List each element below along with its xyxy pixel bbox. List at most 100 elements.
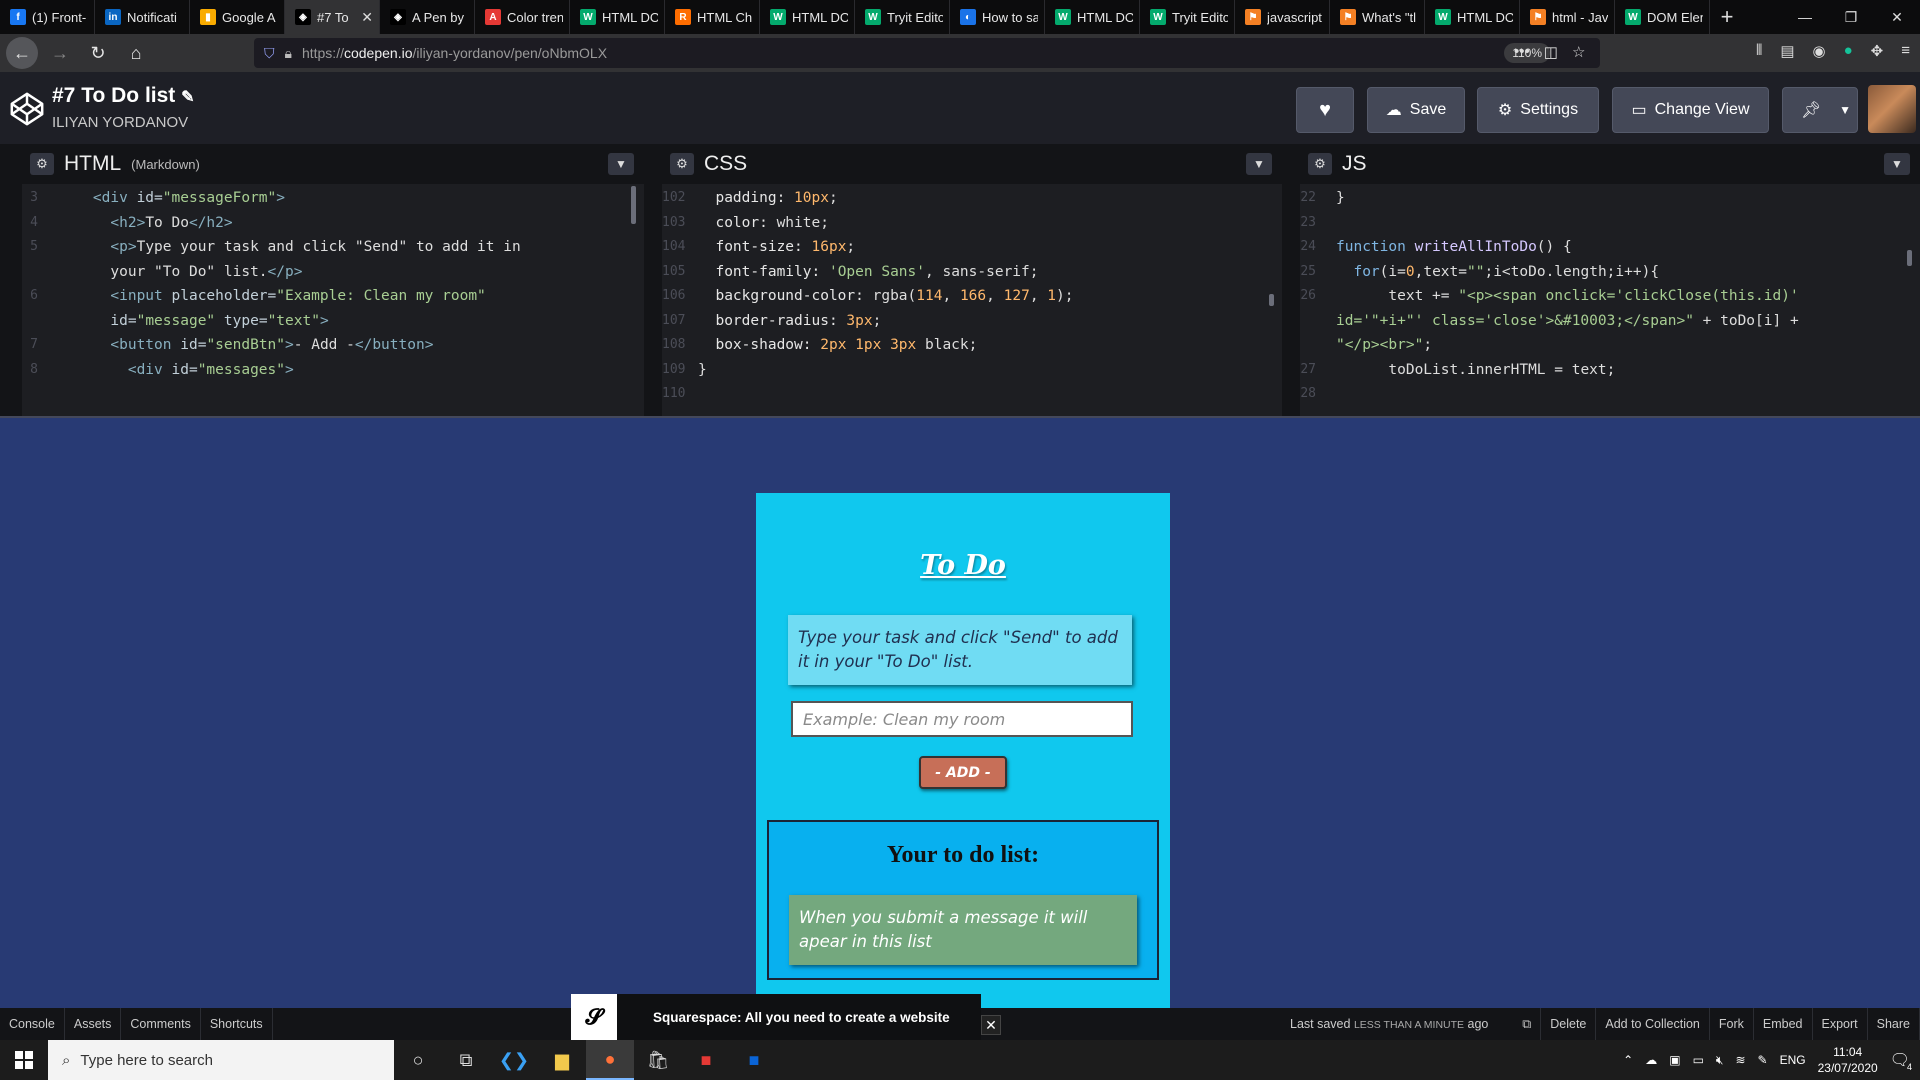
browser-tab[interactable]: ⚑ html - Jav xyxy=(1520,0,1615,34)
clock[interactable]: 11:04 23/07/2020 xyxy=(1818,1044,1878,1076)
browser-tab[interactable]: W DOM Elen xyxy=(1615,0,1710,34)
scrollbar[interactable] xyxy=(631,186,636,224)
pen-title[interactable]: #7 To Do list ✎ xyxy=(52,84,195,108)
cortana-icon[interactable]: ○ xyxy=(394,1040,442,1080)
assets-button[interactable]: Assets xyxy=(65,1008,122,1040)
pencil-icon[interactable]: ✎ xyxy=(181,89,194,106)
task-view-icon[interactable]: ⧉ xyxy=(442,1040,490,1080)
browser-tab[interactable]: ◈ #7 To ✕ xyxy=(285,0,380,34)
back-button[interactable]: ← xyxy=(6,37,38,69)
grammarly-icon[interactable]: ● xyxy=(1844,42,1853,60)
browser-tab[interactable]: in Notificati xyxy=(95,0,190,34)
url-bar[interactable]: ⛉ 🔒︎ https://codepen.io/iliyan-yordanov/… xyxy=(254,38,1600,68)
outlook-icon[interactable]: ■ xyxy=(730,1040,778,1080)
html-code-area[interactable]: 3 <div id="messageForm"> 4 <h2>To Do</h2>… xyxy=(22,184,644,400)
browser-tab[interactable]: W HTML DO xyxy=(760,0,855,34)
browser-tab[interactable]: W HTML DO xyxy=(1425,0,1520,34)
browser-tab[interactable]: ◐ How to sa xyxy=(950,0,1045,34)
heart-icon: ♥ xyxy=(1319,98,1331,121)
forward-button[interactable]: → xyxy=(44,37,76,69)
vscode-icon[interactable]: ❮❯ xyxy=(490,1040,538,1080)
change-view-button[interactable]: ▭ Change View xyxy=(1612,87,1769,133)
close-tab-icon[interactable]: ✕ xyxy=(361,9,373,26)
restore-icon[interactable]: ❐ xyxy=(1828,0,1874,34)
pen-author[interactable]: ILIYAN YORDANOV xyxy=(52,114,188,131)
notifications-icon[interactable]: 🗨︎ 4 xyxy=(1890,1050,1912,1072)
gear-icon[interactable]: ⚙ xyxy=(670,153,694,175)
extensions-icon[interactable]: ✥ xyxy=(1871,42,1884,60)
minimize-icon[interactable]: — xyxy=(1782,0,1828,34)
avatar[interactable] xyxy=(1868,85,1916,133)
css-code-area[interactable]: 102 padding: 10px; 103 color: white; 104 f… xyxy=(662,184,1282,400)
browser-tab[interactable]: A Color tren xyxy=(475,0,570,34)
chevron-down-icon[interactable]: ▼ xyxy=(608,153,634,175)
delete-button[interactable]: Delete xyxy=(1541,1008,1597,1040)
browser-tab[interactable]: W Tryit Edito xyxy=(1140,0,1235,34)
change-view-label: Change View xyxy=(1654,101,1750,118)
save-button[interactable]: ☁ Save xyxy=(1367,87,1465,133)
console-button[interactable]: Console xyxy=(0,1008,65,1040)
chevron-up-icon[interactable]: ⌃ xyxy=(1623,1053,1633,1067)
chevron-down-icon[interactable]: ▼ xyxy=(1839,103,1851,117)
firefox-icon[interactable]: ● xyxy=(586,1040,634,1080)
browser-tab[interactable]: W HTML DO xyxy=(1045,0,1140,34)
open-external-button[interactable]: ⧉ xyxy=(1513,1008,1542,1040)
pocket-icon[interactable]: ◫ xyxy=(1544,43,1558,61)
menu-icon[interactable]: ≡ xyxy=(1901,42,1910,60)
ad-banner[interactable]: 𝓢 Squarespace: All you need to create a … xyxy=(571,994,981,1040)
ad-text: Squarespace: All you need to create a we… xyxy=(653,1009,950,1025)
comments-button[interactable]: Comments xyxy=(121,1008,201,1040)
windows-start-icon[interactable] xyxy=(0,1040,48,1080)
shortcuts-button[interactable]: Shortcuts xyxy=(201,1008,273,1040)
scrollbar[interactable] xyxy=(1269,294,1274,306)
library-icon[interactable]: ⫴ xyxy=(1756,42,1762,60)
gear-icon[interactable]: ⚙ xyxy=(1308,153,1332,175)
settings-button[interactable]: ⚙ Settings xyxy=(1477,87,1599,133)
home-button[interactable]: ⌂ xyxy=(120,37,152,69)
browser-tab[interactable]: W HTML DO xyxy=(570,0,665,34)
network-icon[interactable]: ▣ xyxy=(1669,1053,1680,1067)
volume-muted-icon[interactable]: 🔇︎ xyxy=(1716,1053,1724,1068)
language-indicator[interactable]: ENG xyxy=(1780,1053,1806,1067)
browser-tab[interactable]: ◈ A Pen by xyxy=(380,0,475,34)
add-to-collection-button[interactable]: Add to Collection xyxy=(1596,1008,1710,1040)
pen-icon[interactable]: ✎ xyxy=(1758,1053,1768,1067)
cloud-icon[interactable]: ☁ xyxy=(1645,1053,1657,1067)
gear-icon[interactable]: ⚙ xyxy=(30,153,54,175)
browser-tab[interactable]: R HTML Ch xyxy=(665,0,760,34)
account-icon[interactable]: ◉ xyxy=(1813,42,1826,60)
browser-tab[interactable]: ▮ Google A xyxy=(190,0,285,34)
chevron-down-icon[interactable]: ▼ xyxy=(1246,153,1272,175)
wifi-icon[interactable]: ≋ xyxy=(1735,1053,1745,1067)
browser-tab[interactable]: ⚑ What's "tl xyxy=(1330,0,1425,34)
file-explorer-icon[interactable]: ▆ xyxy=(538,1040,586,1080)
embed-button[interactable]: Embed xyxy=(1754,1008,1813,1040)
export-button[interactable]: Export xyxy=(1813,1008,1868,1040)
message-input[interactable]: Example: Clean my room xyxy=(791,701,1133,737)
share-button[interactable]: Share xyxy=(1868,1008,1920,1040)
heart-button[interactable]: ♥ xyxy=(1296,87,1354,133)
new-tab-button[interactable]: + xyxy=(1710,0,1744,34)
browser-tab[interactable]: ⚑ javascript xyxy=(1235,0,1330,34)
chevron-down-icon[interactable]: ▼ xyxy=(1884,153,1910,175)
tab-label: Google A xyxy=(222,9,276,25)
add-button[interactable]: - ADD - xyxy=(919,756,1007,789)
pin-button[interactable]: 📌︎ ▼ xyxy=(1782,87,1858,133)
scrollbar[interactable] xyxy=(1907,250,1912,266)
browser-tab[interactable]: W Tryit Edito xyxy=(855,0,950,34)
browser-tab[interactable]: f (1) Front- xyxy=(0,0,95,34)
fork-button[interactable]: Fork xyxy=(1710,1008,1754,1040)
js-code-area[interactable]: 22} 23 24 function writeAllInToDo() {25 for… xyxy=(1300,184,1920,400)
more-icon[interactable]: ••• xyxy=(1514,43,1530,61)
battery-icon[interactable]: ▭ xyxy=(1693,1053,1704,1067)
taskbar-search[interactable]: ⌕ Type here to search xyxy=(48,1040,394,1080)
sidebar-icon[interactable]: ▤ xyxy=(1780,42,1794,60)
toolbar-right: ⫴ ▤ ◉ ● ✥ ≡ xyxy=(1756,42,1910,60)
store-icon[interactable]: 🛍︎ xyxy=(634,1040,682,1080)
star-icon[interactable]: ☆ xyxy=(1572,43,1585,61)
codepen-logo-icon[interactable] xyxy=(8,90,46,128)
close-window-icon[interactable]: ✕ xyxy=(1874,0,1920,34)
gift-app-icon[interactable]: ■ xyxy=(682,1040,730,1080)
reload-button[interactable]: ↻ xyxy=(82,37,114,69)
close-icon[interactable]: ✕ xyxy=(981,1015,1001,1035)
